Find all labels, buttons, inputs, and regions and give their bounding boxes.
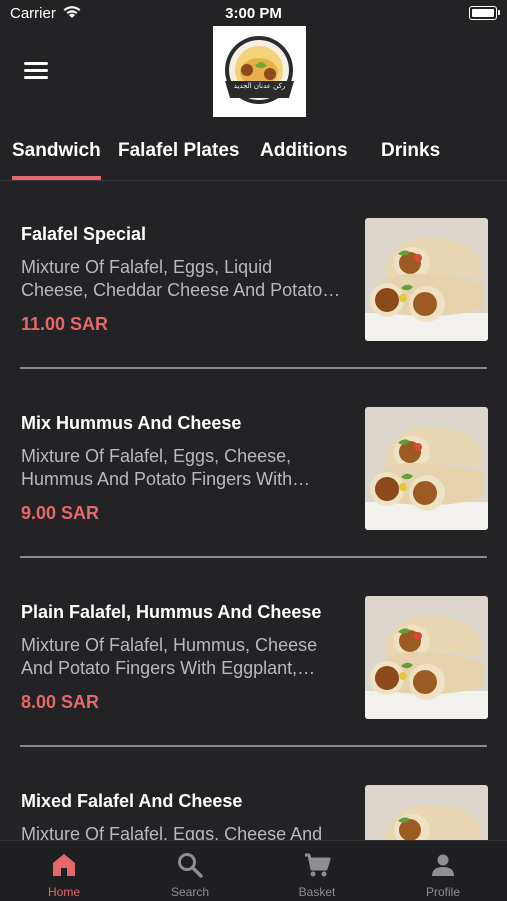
product-image [365,785,488,840]
logo-emblem-icon [225,36,294,104]
search-icon [178,853,203,878]
tabbar-home-label: Home [47,885,80,899]
product-image [365,218,488,341]
product-list[interactable]: Falafel Special Mixture Of Falafel, Eggs… [0,180,507,840]
product-description: Mixture Of Falafel, Hummus, Cheese And P… [21,635,318,678]
tabbar-search[interactable]: Search [135,841,245,901]
product-image [365,407,488,530]
app-header: ركن عدنان الجديد [0,26,507,118]
product-image [365,596,488,719]
battery-icon [469,6,500,20]
hamburger-menu-button[interactable] [24,62,48,80]
status-bar: Carrier 3:00 PM [0,0,507,26]
product-item[interactable]: Plain Falafel, Hummus And Cheese Mixture… [0,558,507,748]
menu-line [24,76,48,79]
tab-sandwich[interactable]: Sandwich [12,140,101,180]
clock: 3:00 PM [225,5,282,22]
tabbar-basket-label: Basket [298,885,336,899]
logo-text: ركن عدنان الجديد [233,82,286,90]
product-name: Mixed Falafel And Cheese [21,791,243,811]
category-tabs: Sandwich Falafel Plates Additions Drinks [0,128,507,181]
restaurant-logo: ركن عدنان الجديد [213,26,306,117]
tabbar-profile[interactable]: Profile [388,841,498,901]
bottom-tab-bar: Home Search Basket Profile [0,840,507,901]
product-name: Falafel Special [21,224,147,244]
home-icon [53,854,75,876]
product-description: Mixture Of Falafel, Eggs, Cheese, Hummus… [21,446,293,489]
product-price: 11.00 SAR [21,314,109,334]
tab-drinks[interactable]: Drinks [381,140,440,162]
tab-additions[interactable]: Additions [260,140,348,162]
product-item[interactable]: Mixed Falafel And Cheese Mixture Of Fala… [0,747,507,840]
product-name: Plain Falafel, Hummus And Cheese [21,602,322,622]
product-item[interactable]: Mix Hummus And Cheese Mixture Of Falafel… [0,369,507,559]
menu-line [24,62,48,65]
tab-falafel-plates[interactable]: Falafel Plates [118,140,239,162]
tabbar-basket[interactable]: Basket [262,841,372,901]
person-icon [432,854,454,876]
product-price: 9.00 SAR [21,503,100,523]
product-price: 8.00 SAR [21,692,100,712]
tabbar-search-label: Search [170,885,210,899]
tabbar-profile-label: Profile [425,885,460,899]
product-description: Mixture Of Falafel, Eggs, Cheese And Pot… [21,824,323,840]
cart-icon [305,853,331,877]
tabbar-home[interactable]: Home [9,841,119,901]
product-item[interactable]: Falafel Special Mixture Of Falafel, Eggs… [0,180,507,370]
product-description: Mixture Of Falafel, Eggs, Liquid Cheese,… [21,257,323,300]
product-name: Mix Hummus And Cheese [21,413,242,433]
menu-line [24,69,48,72]
